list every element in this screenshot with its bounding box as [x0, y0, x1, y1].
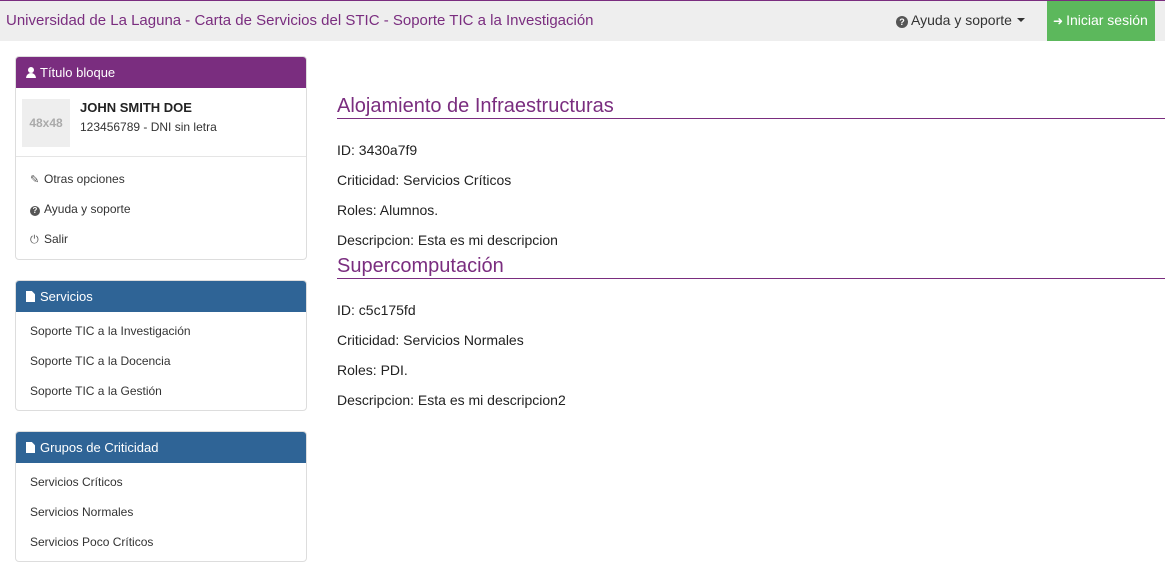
- service-id: ID: c5c175fd: [337, 302, 416, 318]
- criticality-link-poco-criticos[interactable]: Servicios Poco Críticos: [16, 527, 306, 557]
- file-icon: [26, 442, 35, 453]
- criticality-panel-title: Grupos de Criticidad: [40, 440, 159, 455]
- login-button[interactable]: ➜ Iniciar sesión: [1047, 1, 1155, 41]
- help-dropdown-label: Ayuda y soporte: [911, 12, 1012, 28]
- top-navbar: Universidad de La Laguna - Carta de Serv…: [0, 0, 1165, 41]
- service-title: Alojamiento de Infraestructuras: [337, 95, 1165, 119]
- service-criticality: Criticidad: Servicios Críticos: [337, 172, 512, 188]
- user-panel-title: Título bloque: [40, 65, 116, 80]
- service-description: Descripcion: Esta es mi descripcion2: [337, 392, 566, 408]
- file-icon: [26, 291, 35, 302]
- main-content: Alojamiento de Infraestructuras ID: 3430…: [337, 95, 1165, 415]
- user-id: 123456789 - DNI sin letra: [80, 120, 217, 134]
- criticality-link-criticos[interactable]: Servicios Críticos: [16, 467, 306, 497]
- login-button-label: Iniciar sesión: [1066, 12, 1148, 28]
- help-dropdown[interactable]: ? Ayuda y soporte: [896, 12, 1025, 28]
- services-panel-title: Servicios: [40, 289, 93, 304]
- user-panel: Título bloque 48x48 JOHN SMITH DOE 12345…: [15, 56, 307, 260]
- service-entry: Alojamiento de Infraestructuras ID: 3430…: [337, 95, 1165, 255]
- criticality-link-normales[interactable]: Servicios Normales: [16, 497, 306, 527]
- service-entry: Supercomputación ID: c5c175fd Criticidad…: [337, 255, 1165, 415]
- services-list: Soporte TIC a la Investigación Soporte T…: [16, 312, 306, 411]
- services-panel: Servicios Soporte TIC a la Investigación…: [15, 280, 307, 411]
- service-roles: Roles: Alumnos.: [337, 202, 439, 218]
- option-salir[interactable]: ⏻ Salir: [16, 224, 306, 254]
- caret-down-icon: [1016, 18, 1025, 22]
- sign-in-icon: ➜: [1053, 14, 1064, 28]
- service-description: Descripcion: Esta es mi descripcion: [337, 232, 558, 248]
- service-title: Supercomputación: [337, 255, 1165, 279]
- user-icon: [26, 67, 36, 78]
- service-link-docencia[interactable]: Soporte TIC a la Docencia: [16, 346, 306, 376]
- user-panel-heading: Título bloque: [16, 57, 306, 88]
- brand-title[interactable]: Universidad de La Laguna - Carta de Serv…: [6, 12, 594, 29]
- service-criticality: Criticidad: Servicios Normales: [337, 332, 524, 348]
- user-name: JOHN SMITH DOE: [80, 100, 192, 115]
- option-otras-opciones[interactable]: ✎ Otras opciones: [16, 164, 306, 194]
- power-icon: ⏻: [30, 234, 39, 246]
- user-info: 48x48 JOHN SMITH DOE 123456789 - DNI sin…: [16, 88, 306, 157]
- option-label: Salir: [44, 232, 69, 246]
- service-id: ID: 3430a7f9: [337, 142, 418, 158]
- service-roles: Roles: PDI.: [337, 362, 408, 378]
- service-link-gestion[interactable]: Soporte TIC a la Gestión: [16, 376, 306, 406]
- service-link-investigacion[interactable]: Soporte TIC a la Investigación: [16, 316, 306, 346]
- question-circle-icon: ?: [30, 206, 40, 216]
- criticality-panel-heading: Grupos de Criticidad: [16, 432, 306, 463]
- option-ayuda-soporte[interactable]: ? Ayuda y soporte: [16, 194, 306, 224]
- question-circle-icon: ?: [896, 16, 908, 28]
- services-panel-heading: Servicios: [16, 281, 306, 312]
- pencil-icon: ✎: [30, 174, 40, 186]
- option-label: Otras opciones: [44, 172, 125, 186]
- user-options-list: ✎ Otras opciones ? Ayuda y soporte ⏻ Salir: [16, 157, 306, 259]
- criticality-panel: Grupos de Criticidad Servicios Críticos …: [15, 431, 307, 562]
- avatar: 48x48: [22, 99, 70, 147]
- option-label: Ayuda y soporte: [44, 202, 131, 216]
- criticality-list: Servicios Críticos Servicios Normales Se…: [16, 463, 306, 562]
